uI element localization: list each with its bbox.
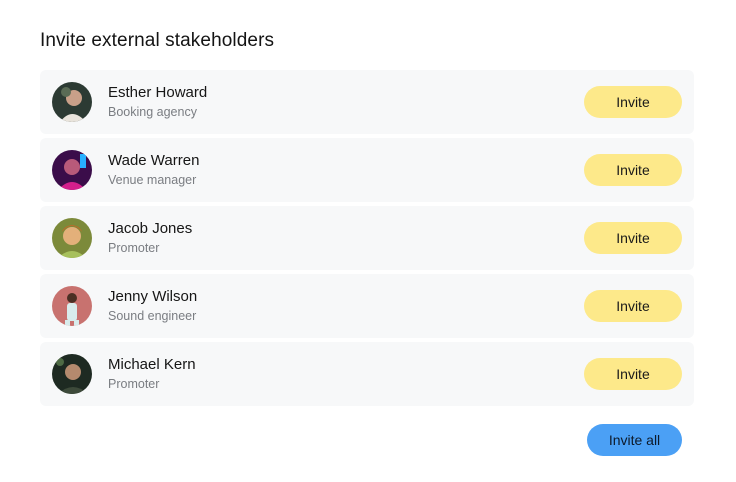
invite-button[interactable]: Invite xyxy=(584,154,682,186)
stakeholder-list: Esther Howard Booking agency Invite Wade… xyxy=(40,70,694,410)
invite-all-button[interactable]: Invite all xyxy=(587,424,682,456)
person-role: Booking agency xyxy=(108,105,197,119)
avatar xyxy=(52,82,92,122)
person-name: Esther Howard xyxy=(108,84,208,101)
invite-stakeholders-panel: Invite external stakeholders Esther Howa… xyxy=(0,0,736,482)
invite-button[interactable]: Invite xyxy=(584,86,682,118)
avatar xyxy=(52,150,92,190)
invite-button[interactable]: Invite xyxy=(584,222,682,254)
avatar xyxy=(52,354,92,394)
avatar xyxy=(52,286,92,326)
person-name: Jacob Jones xyxy=(108,220,193,237)
list-item: Michael Kern Promoter Invite xyxy=(40,342,694,406)
person-name: Michael Kern xyxy=(108,356,196,373)
person-name: Jenny Wilson xyxy=(108,288,198,305)
invite-button[interactable]: Invite xyxy=(584,358,682,390)
list-item: Jacob Jones Promoter Invite xyxy=(40,206,694,270)
invite-button[interactable]: Invite xyxy=(584,290,682,322)
person-name: Wade Warren xyxy=(108,152,200,169)
person-role: Venue manager xyxy=(108,173,197,187)
person-role: Promoter xyxy=(108,377,160,391)
page-title: Invite external stakeholders xyxy=(40,30,275,51)
list-item: Esther Howard Booking agency Invite xyxy=(40,70,694,134)
person-role: Sound engineer xyxy=(108,309,197,323)
person-role: Promoter xyxy=(108,241,160,255)
list-item: Wade Warren Venue manager Invite xyxy=(40,138,694,202)
avatar xyxy=(52,218,92,258)
list-item: Jenny Wilson Sound engineer Invite xyxy=(40,274,694,338)
